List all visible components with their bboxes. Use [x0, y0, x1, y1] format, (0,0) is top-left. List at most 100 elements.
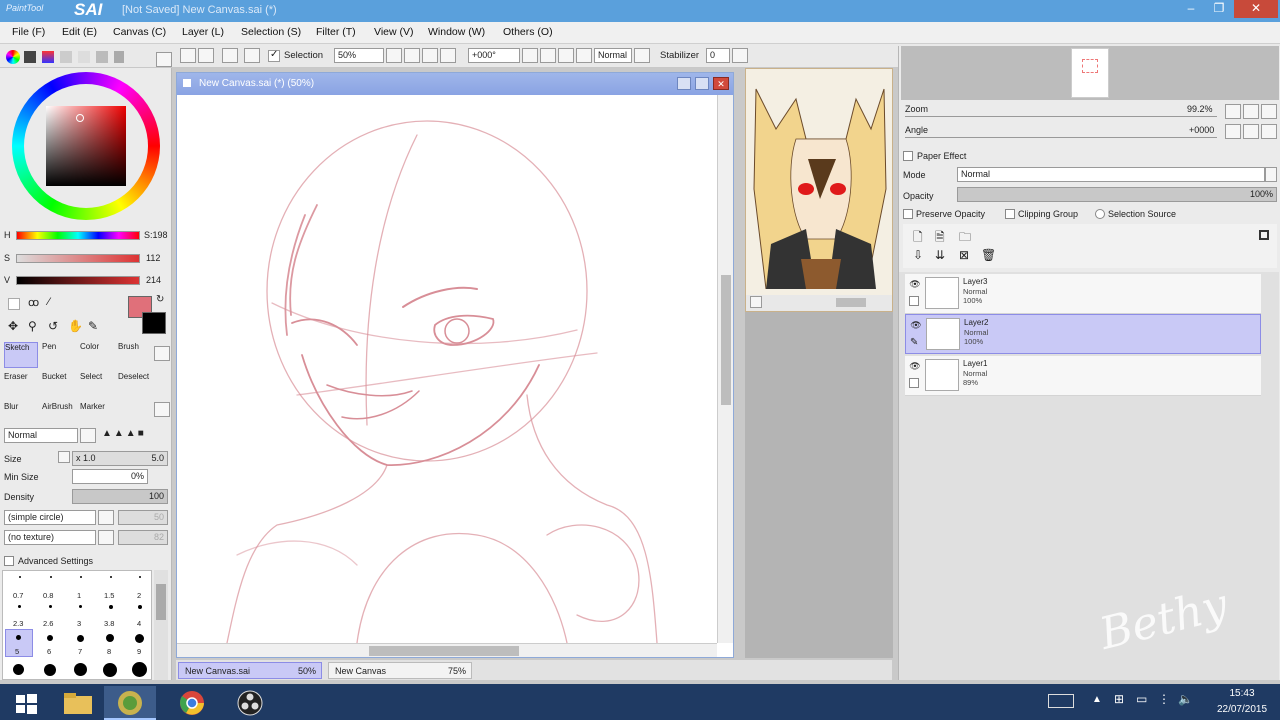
scratchpad-tab-icon[interactable]	[96, 51, 108, 63]
preset-dot[interactable]	[44, 664, 56, 676]
select-all-button[interactable]	[180, 48, 196, 63]
eyedropper-small-icon[interactable]: ⁄	[48, 296, 50, 308]
layer-mode-dropdown[interactable]: Normal	[957, 167, 1265, 182]
lasso-icon[interactable]: ꝏ	[28, 296, 39, 309]
tool-marker[interactable]: Marker	[80, 402, 114, 416]
stabilizer-dropdown-button[interactable]	[732, 48, 748, 63]
new-linework-layer-icon[interactable]: 🗎	[935, 228, 945, 249]
menu-selection[interactable]: Selection (S)	[241, 26, 301, 38]
keyboard-icon[interactable]	[1048, 694, 1074, 708]
preset-size[interactable]: 8	[107, 647, 111, 656]
pin-icon[interactable]	[114, 51, 124, 63]
secondary-color-swatch[interactable]	[142, 312, 166, 334]
preset-dot[interactable]	[109, 605, 113, 609]
rotate-right-button[interactable]	[540, 48, 556, 63]
advanced-settings-checkbox[interactable]	[4, 556, 14, 566]
layer-item-layer1[interactable]: 👁 Layer1 Normal 89%	[905, 356, 1261, 396]
hsv-slider-tab-icon[interactable]	[42, 51, 54, 63]
preset-dot[interactable]	[77, 635, 84, 642]
tool-brush[interactable]: Brush	[118, 342, 152, 368]
reference-scrollbar[interactable]	[746, 295, 892, 311]
hand-icon[interactable]: ✋	[68, 319, 83, 333]
menu-edit[interactable]: Edit (E)	[62, 26, 97, 38]
preset-dot[interactable]	[74, 663, 87, 676]
layer-mode-dropdown-button[interactable]	[1265, 167, 1277, 182]
preset-size[interactable]: 2.6	[43, 619, 53, 628]
nav-rotate-reset-button[interactable]	[1261, 124, 1277, 139]
brush-mode-button[interactable]	[80, 428, 96, 443]
network-icon[interactable]: ⋮	[1158, 692, 1170, 706]
doc-tab-active[interactable]: New Canvas.sai 50%	[178, 662, 322, 679]
brush-texture-dropdown[interactable]: (no texture)	[4, 530, 96, 545]
preset-size[interactable]: 2	[137, 591, 141, 600]
action-center-icon[interactable]: ⊞	[1114, 692, 1124, 706]
nav-rotate-left-button[interactable]	[1225, 124, 1241, 139]
brush-edge-icons[interactable]: ▲▲▲■	[102, 428, 146, 439]
clipping-group-checkbox[interactable]	[1005, 209, 1015, 219]
preset-size[interactable]: 2.3	[13, 619, 23, 628]
zoom-reset-button[interactable]	[422, 48, 438, 63]
brush-shape-dropdown[interactable]: (simple circle)	[4, 510, 96, 525]
mixer-tab-icon[interactable]	[60, 51, 72, 63]
tool-eraser[interactable]: Eraser	[4, 372, 38, 398]
move-icon[interactable]: ✥	[8, 319, 18, 333]
tool-pen[interactable]: Pen	[42, 342, 76, 368]
transparent-swatch[interactable]	[8, 298, 20, 310]
preset-dot[interactable]	[139, 576, 141, 578]
preset-dot[interactable]	[106, 634, 114, 642]
paper-effect-checkbox[interactable]	[903, 151, 913, 161]
tool-sketch[interactable]: Sketch	[4, 342, 38, 368]
swatches-tab-icon[interactable]	[78, 51, 90, 63]
canvas-vertical-scroll-thumb[interactable]	[721, 275, 731, 405]
nav-zoom-reset-button[interactable]	[1261, 104, 1277, 119]
minimize-button[interactable]: –	[1178, 0, 1204, 18]
preset-dot[interactable]	[103, 663, 117, 677]
canvas-vertical-scrollbar[interactable]	[717, 95, 733, 643]
color-wheel-tab-icon[interactable]	[6, 50, 20, 64]
saturation-slider[interactable]	[16, 254, 140, 263]
preset-size[interactable]: 7	[78, 647, 82, 656]
clock-date[interactable]: 22/07/2015	[1212, 704, 1272, 715]
canvas-minimize-button[interactable]	[677, 77, 691, 90]
flip-button[interactable]	[576, 48, 592, 63]
zoom-fit-button[interactable]	[440, 48, 456, 63]
brush-texture-strength[interactable]: 82	[118, 530, 168, 545]
invert-selection-button[interactable]	[244, 48, 260, 63]
rotate-reset-button[interactable]	[558, 48, 574, 63]
menu-canvas[interactable]: Canvas (C)	[113, 26, 166, 38]
preset-dot[interactable]	[47, 635, 53, 641]
deselect-button[interactable]	[198, 48, 214, 63]
presets-scroll-thumb[interactable]	[156, 584, 166, 620]
layer-opacity-slider[interactable]: 100%	[957, 187, 1277, 202]
preset-dot[interactable]	[16, 635, 21, 640]
transfer-down-icon[interactable]: ⇩	[913, 248, 923, 262]
battery-icon[interactable]: ▭	[1136, 692, 1147, 706]
menu-file[interactable]: File (F)	[12, 26, 45, 38]
clock-time[interactable]: 15:43	[1212, 688, 1272, 699]
rotate-icon[interactable]: ↺	[48, 319, 58, 333]
rotate-left-button[interactable]	[522, 48, 538, 63]
tool-scroll-down-button[interactable]	[154, 402, 170, 417]
zoom-icon[interactable]: ⚲	[28, 319, 37, 333]
preset-dot[interactable]	[138, 605, 142, 609]
menu-window[interactable]: Window (W)	[428, 26, 485, 38]
stabilizer-field[interactable]: 0	[706, 48, 730, 63]
preset-size[interactable]: 4	[137, 619, 141, 628]
layer-item-layer3[interactable]: 👁 Layer3 Normal 100%	[905, 274, 1261, 314]
zoom-in-button[interactable]	[404, 48, 420, 63]
reference-scroll-thumb[interactable]	[836, 298, 866, 307]
swap-colors-icon[interactable]: ↻	[156, 294, 164, 305]
tool-color[interactable]: Color	[80, 342, 114, 368]
selection-checkbox[interactable]: ✓	[268, 49, 280, 62]
menu-layer[interactable]: Layer (L)	[182, 26, 224, 38]
preset-size[interactable]: 3	[77, 619, 81, 628]
preset-dot[interactable]	[79, 605, 82, 608]
zoom-out-button[interactable]	[386, 48, 402, 63]
navigator-angle-track[interactable]	[905, 137, 1217, 138]
blend-mode-dropdown[interactable]: Normal	[594, 48, 632, 63]
doc-tab[interactable]: New Canvas 75%	[328, 662, 472, 679]
volume-icon[interactable]: 🔈	[1178, 692, 1193, 706]
preset-size[interactable]: 6	[47, 647, 51, 656]
min-size-slider[interactable]: 0%	[72, 469, 148, 484]
canvas-horizontal-scrollbar[interactable]	[177, 643, 717, 657]
